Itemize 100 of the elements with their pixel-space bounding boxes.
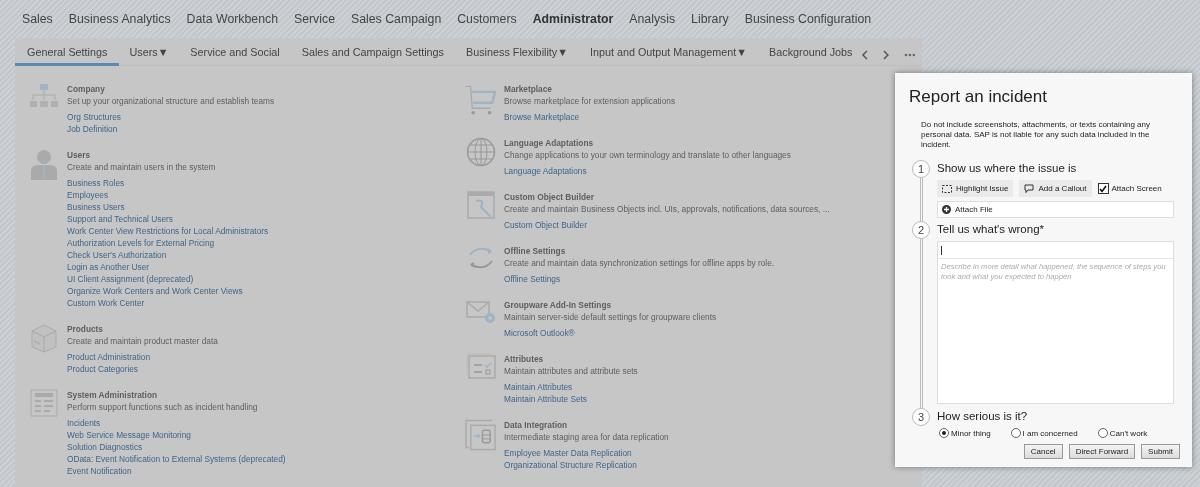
section-description: Create and maintain product master data xyxy=(67,335,218,347)
tab[interactable]: Business Flexibility▼ xyxy=(466,43,568,66)
settings-link[interactable]: Product Categories xyxy=(67,363,218,375)
settings-link[interactable]: Microsoft Outlook® xyxy=(504,327,717,339)
tab[interactable]: Sales and Campaign Settings xyxy=(301,43,444,66)
settings-link[interactable]: Product Administration xyxy=(67,351,218,363)
nav-item[interactable]: Analysis xyxy=(629,12,676,38)
tab[interactable]: General Settings xyxy=(15,43,120,66)
nav-item[interactable]: Customers xyxy=(457,12,517,38)
nav-item[interactable]: Business Configuration xyxy=(744,12,872,38)
settings-link[interactable]: Login as Another User xyxy=(67,261,269,273)
severity-radio[interactable] xyxy=(1097,428,1108,438)
tab[interactable]: Background Jobs xyxy=(769,43,853,66)
settings-link[interactable]: Solution Diagnostics xyxy=(67,441,286,453)
add-callout-button[interactable]: Add a Callout xyxy=(1019,180,1092,197)
settings-link[interactable]: Organizational Structure Replication xyxy=(504,459,669,471)
tab[interactable]: Users▼ xyxy=(129,43,169,66)
dialog-button[interactable]: Cancel xyxy=(1023,444,1063,459)
section-title: System Administration xyxy=(67,389,159,401)
window-icon xyxy=(466,191,495,219)
nav-item[interactable]: Library xyxy=(691,12,729,38)
settings-link[interactable]: Authorization Levels for External Pricing xyxy=(67,237,269,249)
settings-link[interactable]: Employee Master Data Replication xyxy=(504,447,669,459)
section-title: Groupware Add-In Settings xyxy=(504,299,613,311)
shopping-cart-icon xyxy=(465,83,496,117)
section-description: Maintain server-side default settings for groupware clients xyxy=(504,311,717,323)
radio-label: I am concerned xyxy=(1022,428,1078,438)
settings-link[interactable]: Check User's Authorization xyxy=(67,249,269,261)
chevron-left-icon[interactable] xyxy=(860,49,869,60)
settings-link[interactable]: Incidents xyxy=(67,417,286,429)
nav-item[interactable]: Data Workbench xyxy=(186,12,278,38)
nav-item[interactable]: Business Analytics xyxy=(68,12,171,38)
settings-link[interactable]: Employees xyxy=(67,189,269,201)
nav-item[interactable]: Sales xyxy=(22,12,53,38)
section-title: Company xyxy=(67,83,106,95)
step-heading: Show us where the issue is xyxy=(937,162,1078,174)
settings-link[interactable]: Web Service Message Monitoring xyxy=(67,429,286,441)
globe-icon xyxy=(465,137,496,167)
section-title: Attributes xyxy=(504,353,545,365)
user-icon xyxy=(29,149,58,181)
step-heading: Tell us what's wrong* xyxy=(937,223,1046,235)
settings-link[interactable]: Job Definition xyxy=(67,123,275,135)
section-description: Create and maintain users in the system xyxy=(67,161,217,173)
settings-link[interactable]: Custom Work Center xyxy=(67,297,269,309)
section-description: Create and maintain data synchronization settings for offline apps by role. xyxy=(504,257,775,269)
nav-item[interactable]: Service xyxy=(294,12,335,38)
attach-file-button[interactable]: Attach File xyxy=(937,201,1174,218)
dashed-selection-icon xyxy=(942,184,952,193)
checkbox-label: Attach Screen xyxy=(1111,184,1162,193)
section-description: Change applications to your own terminology and translate to other languages xyxy=(504,149,791,161)
settings-link[interactable]: Offline Settings xyxy=(504,273,775,285)
section-title: Language Adaptations xyxy=(504,137,595,149)
tab[interactable]: Service and Social xyxy=(190,43,280,66)
settings-link[interactable]: Org Structures xyxy=(67,111,275,123)
section-title: Products xyxy=(67,323,104,335)
nav-item[interactable]: Administrator xyxy=(532,12,614,38)
privacy-notice: Do not include screenshots, attachments, or texts containing any personal data. SAP is not liable for any such data included in the incident. xyxy=(921,120,1151,150)
chevron-right-icon[interactable] xyxy=(882,49,891,60)
sync-icon xyxy=(466,245,495,271)
settings-link[interactable]: Custom Object Builder xyxy=(504,219,830,231)
speech-bubble-icon xyxy=(1024,184,1035,193)
nav-item[interactable]: Sales Campaign xyxy=(351,12,442,38)
dialog-button[interactable]: Direct Forward xyxy=(1068,444,1136,459)
dialog-title: Report an incident xyxy=(909,87,1048,107)
settings-link[interactable]: Business Users xyxy=(67,201,269,213)
settings-link[interactable]: Support and Technical Users xyxy=(67,213,269,225)
severity-radio[interactable] xyxy=(939,428,949,438)
checklist-icon xyxy=(465,353,496,379)
section-description: Create and maintain Business Objects incl. UIs, approvals, notifications, data sources, ... xyxy=(504,203,830,215)
attach-screen-checkbox[interactable] xyxy=(1097,183,1109,194)
step-heading: How serious is it? xyxy=(937,410,1029,422)
settings-link[interactable]: Event Notification xyxy=(67,465,286,477)
section-description: Set up your organizational structure and establish teams xyxy=(67,95,275,107)
more-icon[interactable] xyxy=(904,52,916,57)
settings-link[interactable]: Maintain Attributes xyxy=(504,381,638,393)
settings-link[interactable]: Maintain Attribute Sets xyxy=(504,393,638,405)
settings-link[interactable]: Organize Work Centers and Work Center Views xyxy=(67,285,269,297)
section-title: Marketplace xyxy=(504,83,553,95)
severity-radio[interactable] xyxy=(1010,428,1021,438)
section-title: Users xyxy=(67,149,92,161)
dialog-button[interactable]: Submit xyxy=(1141,444,1180,459)
org-chart-icon xyxy=(28,83,59,109)
section-description: Maintain attributes and attribute sets xyxy=(504,365,638,377)
settings-link[interactable]: Browse Marketplace xyxy=(504,111,676,123)
settings-link[interactable]: Business Roles xyxy=(67,177,269,189)
settings-link[interactable]: Work Center View Restrictions for Local Administrators xyxy=(67,225,269,237)
box-icon xyxy=(29,323,58,353)
settings-link[interactable]: OData: Event Notification to External Systems (deprecated) xyxy=(67,453,286,465)
tab[interactable]: Input and Output Management▼ xyxy=(589,43,748,66)
section-description: Intermediate staging area for data replication xyxy=(504,431,669,443)
step-number: 1 xyxy=(912,160,930,178)
highlight-issue-button[interactable]: Highlight Issue xyxy=(937,180,1014,197)
step-number: 2 xyxy=(912,221,930,239)
settings-link[interactable]: Language Adaptations xyxy=(504,165,791,177)
settings-link[interactable]: UI Client Assignment (deprecated) xyxy=(67,273,269,285)
section-description: Browse marketplace for extension applications xyxy=(504,95,676,107)
section-title: Custom Object Builder xyxy=(504,191,595,203)
section-title: Offline Settings xyxy=(504,245,567,257)
radio-label: Can't work xyxy=(1109,428,1148,438)
database-import-icon xyxy=(465,419,496,451)
